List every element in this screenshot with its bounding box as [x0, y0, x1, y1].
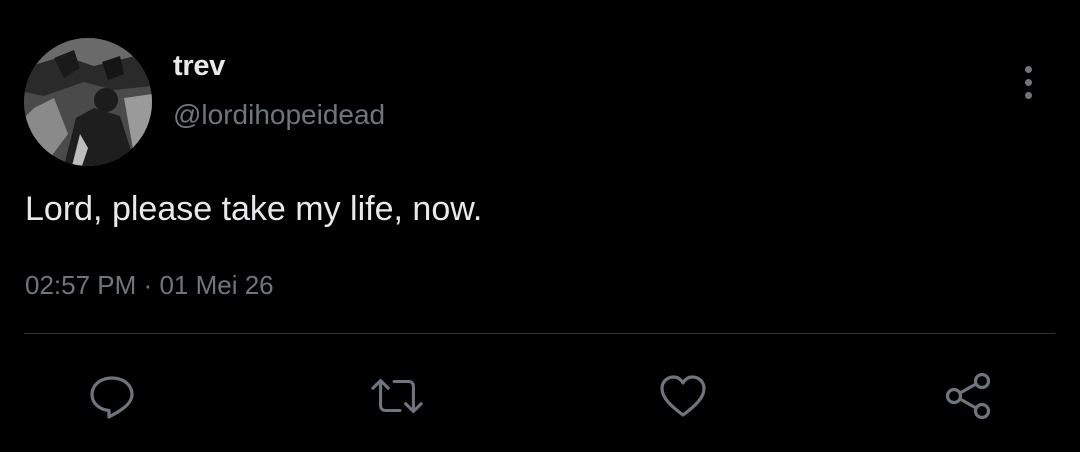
meta-separator: ·: [143, 270, 153, 300]
tweet-timestamp[interactable]: 02:57 PM · 01 Mei 26: [25, 270, 274, 301]
avatar[interactable]: [24, 38, 152, 166]
author-handle[interactable]: @lordihopeidead: [173, 99, 385, 131]
tweet-detail: trev @lordihopeidead Lord, please take m…: [0, 0, 1080, 452]
more-dot-icon: [1024, 91, 1032, 99]
avatar-image: [24, 38, 152, 166]
divider: [24, 333, 1055, 334]
heart-icon: [660, 375, 706, 417]
tweet-time: 02:57 PM: [25, 270, 137, 300]
tweet-text: Lord, please take my life, now.: [25, 190, 483, 228]
retweet-arrows-icon: [371, 379, 423, 413]
retweet-button[interactable]: [369, 368, 425, 424]
speech-bubble-icon: [90, 376, 134, 419]
tweet-date: 01 Mei 26: [159, 270, 274, 300]
reply-button[interactable]: [84, 368, 140, 424]
share-button[interactable]: [941, 368, 997, 424]
more-options-button[interactable]: [1010, 62, 1046, 102]
author-display-name[interactable]: trev: [173, 50, 225, 83]
share-nodes-icon: [945, 372, 991, 420]
more-dot-icon: [1024, 78, 1032, 86]
like-button[interactable]: [655, 368, 711, 424]
more-dot-icon: [1024, 65, 1032, 73]
